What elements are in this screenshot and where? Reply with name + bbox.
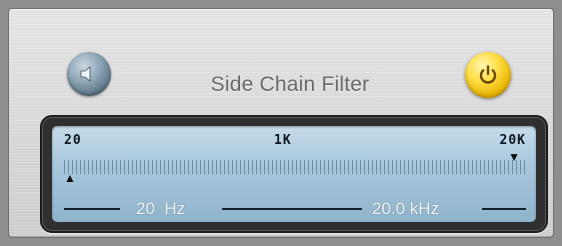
power-button[interactable] xyxy=(465,52,511,98)
power-icon xyxy=(479,65,497,84)
low-cut-marker-icon[interactable]: ▲ xyxy=(64,172,76,184)
readout-divider xyxy=(222,208,362,210)
scale-label-max: 20K xyxy=(499,133,526,148)
readout-divider xyxy=(64,208,120,210)
high-cut-readout[interactable]: 20.0 kHz xyxy=(372,199,439,219)
side-chain-filter-panel: Side Chain Filter 20 1K 20K ▼ ▲ 20 Hz 20… xyxy=(8,8,554,238)
filter-display-frame: 20 1K 20K ▼ ▲ 20 Hz 20.0 kHz xyxy=(40,115,548,233)
panel-title: Side Chain Filter xyxy=(210,73,370,96)
listen-button[interactable] xyxy=(67,52,111,96)
scale-label-mid: 1K xyxy=(274,133,292,148)
readout-divider xyxy=(482,208,526,210)
scale-label-min: 20 xyxy=(64,133,82,148)
frequency-readout-row: 20 Hz 20.0 kHz xyxy=(64,199,526,219)
low-cut-readout[interactable]: 20 Hz xyxy=(136,199,185,219)
frequency-scale-ticks xyxy=(64,160,526,174)
filter-display[interactable]: 20 1K 20K ▼ ▲ 20 Hz 20.0 kHz xyxy=(52,126,536,222)
speaker-icon xyxy=(80,66,91,82)
high-cut-marker-icon[interactable]: ▼ xyxy=(508,151,520,163)
